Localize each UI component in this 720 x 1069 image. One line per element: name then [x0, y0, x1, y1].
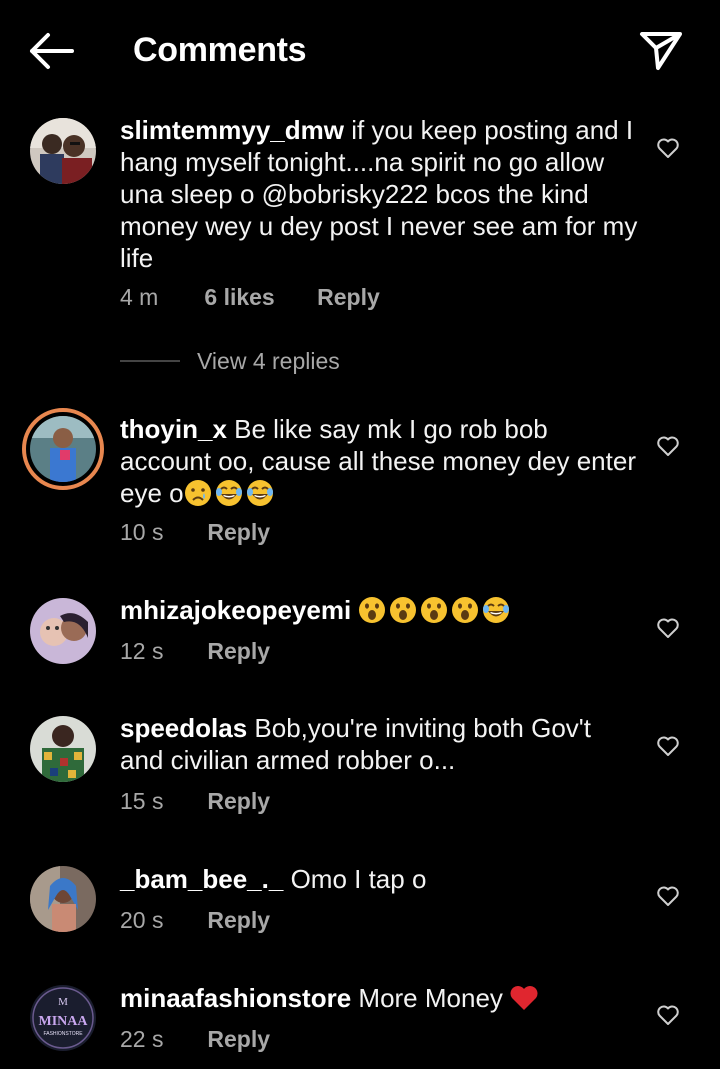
avatar[interactable] — [30, 716, 96, 782]
hushed-face-emoji — [452, 597, 479, 623]
store-logo: M MINAA FASHIONSTORE — [30, 985, 96, 1051]
back-button[interactable] — [26, 28, 78, 74]
reply-button[interactable]: Reply — [207, 1024, 270, 1054]
comment-text: More Money — [358, 983, 503, 1013]
comment-time: 22 s — [120, 1026, 164, 1052]
comment-username[interactable]: _bam_bee_._ — [120, 864, 283, 894]
comment-username[interactable]: minaafashionstore — [120, 983, 351, 1013]
paper-plane-icon — [640, 32, 682, 70]
avatar[interactable]: M MINAA FASHIONSTORE — [30, 985, 96, 1051]
logo-subtext: FASHIONSTORE — [43, 1031, 83, 1037]
arrow-left-icon — [30, 33, 74, 69]
profile-photo — [30, 416, 96, 482]
reply-button[interactable]: Reply — [207, 905, 270, 935]
comment-body: slimtemmyy_dmw if you keep posting and I… — [120, 114, 640, 274]
heart-outline-icon — [657, 618, 679, 638]
hushed-face-emoji — [390, 597, 417, 623]
hushed-face-emoji — [421, 597, 448, 623]
comment-time: 4 m — [120, 284, 159, 310]
share-button[interactable] — [636, 26, 686, 74]
replies-divider — [120, 360, 180, 362]
avatar-with-story-ring[interactable] — [22, 408, 104, 490]
profile-photo — [30, 598, 96, 664]
heart-outline-icon — [657, 436, 679, 456]
comment-username[interactable]: slimtemmyy_dmw — [120, 115, 344, 145]
profile-photo — [30, 866, 96, 932]
profile-photo — [30, 118, 96, 184]
header-bar: Comments — [0, 0, 720, 100]
comment-meta: 10 s Reply — [120, 517, 270, 547]
heart-outline-icon — [657, 736, 679, 756]
like-button[interactable] — [656, 1004, 680, 1026]
reply-button[interactable]: Reply — [207, 786, 270, 816]
comment-likes[interactable]: 6 likes — [204, 282, 274, 312]
red-heart-emoji — [510, 986, 538, 1010]
comment-time: 12 s — [120, 638, 164, 664]
tears-of-joy-emoji — [245, 479, 274, 507]
heart-outline-icon — [657, 138, 679, 158]
like-button[interactable] — [656, 735, 680, 757]
comment-time: 10 s — [120, 519, 164, 545]
like-button[interactable] — [656, 435, 680, 457]
profile-photo — [30, 716, 96, 782]
view-replies-label: View 4 replies — [197, 348, 340, 374]
comment-time: 15 s — [120, 788, 164, 814]
comment-body: speedolas Bob,you're inviting both Gov't… — [120, 712, 640, 776]
comment-meta: 22 s Reply — [120, 1024, 270, 1054]
hushed-face-emoji — [359, 597, 386, 623]
logo-text: MINAA — [39, 1014, 89, 1029]
heart-outline-icon — [657, 886, 679, 906]
comment-meta: 15 s Reply — [120, 786, 270, 816]
comment-username[interactable]: thoyin_x — [120, 414, 227, 444]
comment-username[interactable]: mhizajokeopeyemi — [120, 595, 351, 625]
svg-text:M: M — [58, 996, 68, 1008]
avatar[interactable] — [30, 118, 96, 184]
comment-body: minaafashionstore More Money — [120, 982, 640, 1014]
comment-time: 20 s — [120, 907, 164, 933]
heart-outline-icon — [657, 1005, 679, 1025]
avatar[interactable] — [30, 598, 96, 664]
tears-of-joy-emoji — [482, 596, 511, 624]
comment-body: _bam_bee_._ Omo I tap o — [120, 863, 640, 895]
comment-text: Omo I tap o — [290, 864, 427, 894]
reply-button[interactable]: Reply — [207, 517, 270, 547]
like-button[interactable] — [656, 617, 680, 639]
avatar[interactable] — [30, 866, 96, 932]
reply-button[interactable]: Reply — [317, 282, 380, 312]
comment-body: thoyin_x Be like say mk I go rob bob acc… — [120, 413, 640, 509]
page-title: Comments — [133, 31, 307, 69]
crying-face-emoji — [183, 479, 212, 507]
comment-body: mhizajokeopeyemi — [120, 594, 640, 626]
reply-button[interactable]: Reply — [207, 636, 270, 666]
comment-meta: 20 s Reply — [120, 905, 270, 935]
comment-meta: 4 m 6 likes Reply — [120, 282, 380, 312]
like-button[interactable] — [656, 885, 680, 907]
tears-of-joy-emoji — [214, 479, 243, 507]
like-button[interactable] — [656, 137, 680, 159]
comment-meta: 12 s Reply — [120, 636, 270, 666]
comment-username[interactable]: speedolas — [120, 713, 247, 743]
